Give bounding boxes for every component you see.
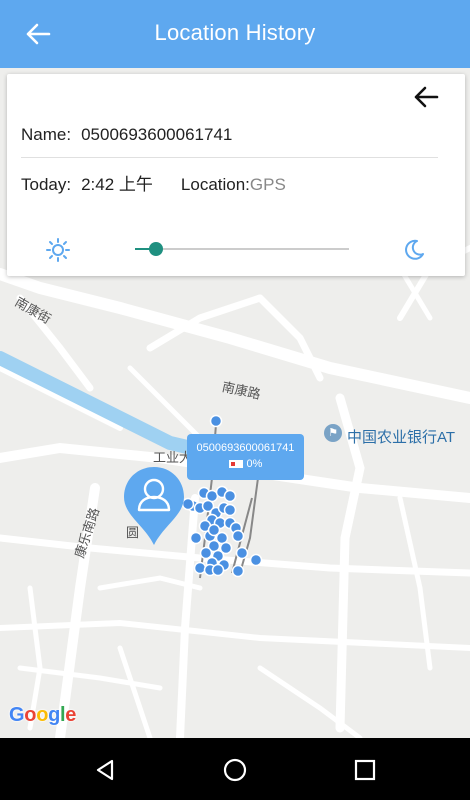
collapse-card-button[interactable] xyxy=(409,82,443,112)
google-letter: o xyxy=(24,704,37,726)
name-value: 0500693600061741 xyxy=(81,125,233,144)
google-letter: G xyxy=(9,704,25,726)
track-point[interactable] xyxy=(189,531,203,545)
avatar-marker[interactable] xyxy=(122,465,186,552)
app-bar: Location History xyxy=(0,0,470,68)
poi-pin-icon[interactable]: ⚑ xyxy=(324,424,342,442)
slider-thumb[interactable] xyxy=(149,242,164,256)
popup-battery: 0% xyxy=(187,458,304,470)
track-point[interactable] xyxy=(249,553,263,567)
location-value: GPS xyxy=(249,175,286,194)
nav-recents-icon[interactable] xyxy=(348,753,382,787)
arrow-left-icon xyxy=(414,86,439,108)
today-label: Today: xyxy=(21,175,72,194)
track-point[interactable] xyxy=(199,546,213,560)
system-nav-bar xyxy=(0,738,470,800)
track-point[interactable] xyxy=(223,489,237,503)
google-letter: o xyxy=(36,704,49,726)
battery-icon xyxy=(228,460,243,468)
sun-icon[interactable] xyxy=(45,237,71,268)
track-point[interactable] xyxy=(231,529,245,543)
info-card: Name: 0500693600061741 Today: 2:42 上午 Locat… xyxy=(7,74,465,276)
poi-label[interactable]: 中国农业银行AT xyxy=(347,426,455,447)
google-attribution: Google xyxy=(9,704,76,727)
google-letter: e xyxy=(65,704,77,726)
device-info-popup[interactable]: 0500693600061741 0% xyxy=(187,434,304,480)
track-point[interactable] xyxy=(207,523,221,537)
track-point[interactable] xyxy=(209,414,223,428)
battery-percent: 0% xyxy=(246,458,263,470)
status-row: Today: 2:42 上午 Location:GPS xyxy=(21,170,286,195)
moon-icon[interactable] xyxy=(401,237,427,268)
google-letter: g xyxy=(48,704,61,726)
name-row: Name: 0500693600061741 xyxy=(21,125,232,145)
track-point[interactable] xyxy=(193,561,207,575)
location-label: Location: xyxy=(180,175,250,194)
track-point[interactable] xyxy=(211,563,225,577)
nav-home-icon[interactable] xyxy=(218,753,252,787)
time-value: 2:42 上午 xyxy=(81,175,153,194)
name-label: Name: xyxy=(21,125,72,144)
brightness-slider[interactable] xyxy=(135,242,349,256)
nav-back-icon[interactable] xyxy=(88,753,122,787)
track-point[interactable] xyxy=(231,564,245,578)
popup-device-id: 0500693600061741 xyxy=(196,442,295,454)
track-point[interactable] xyxy=(223,503,237,517)
page-title: Location History xyxy=(154,20,316,45)
divider xyxy=(21,157,438,158)
track-point[interactable] xyxy=(235,546,249,560)
